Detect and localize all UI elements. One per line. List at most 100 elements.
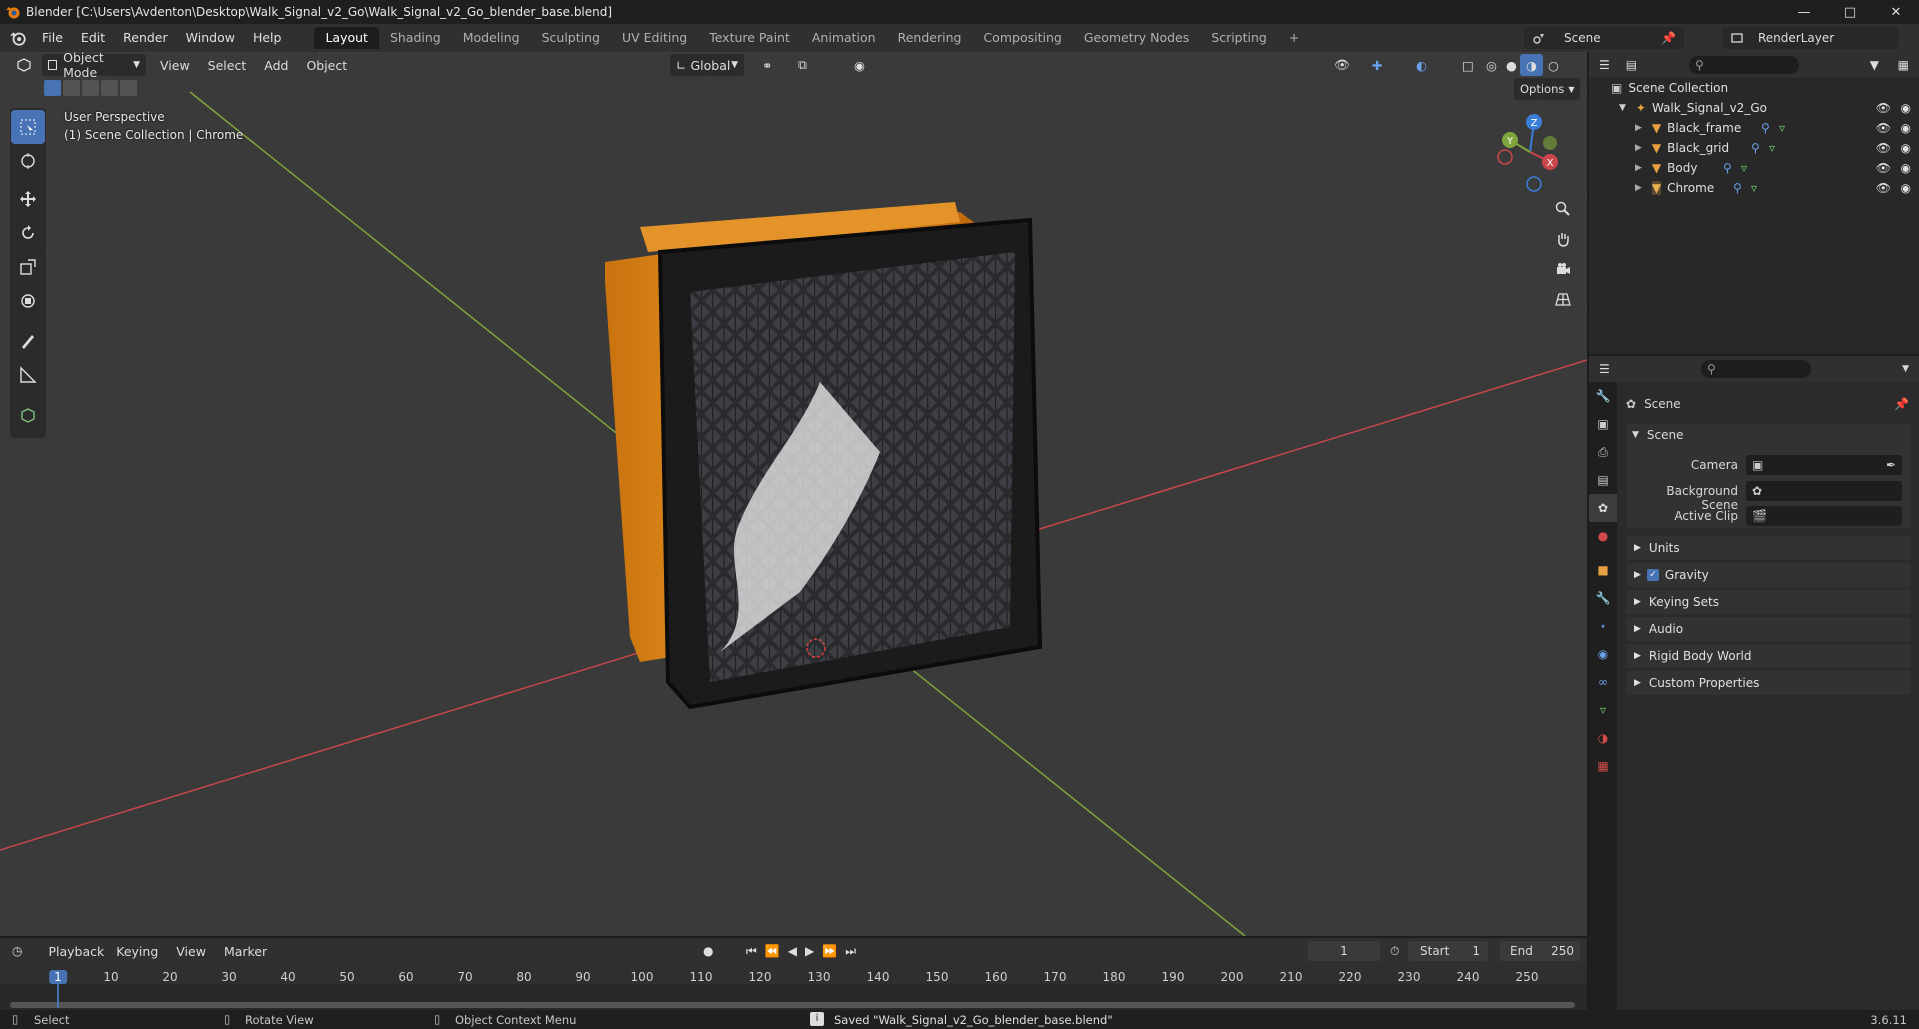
navigation-gizmo[interactable]: Z Y X <box>1490 110 1570 194</box>
pivot-point-button[interactable]: ⚭ <box>756 54 778 76</box>
tab-geometry-nodes[interactable]: Geometry Nodes <box>1073 27 1200 49</box>
object-tab-icon[interactable]: ■ <box>1589 556 1617 584</box>
snap-button[interactable]: ⧉ <box>792 54 813 76</box>
walk-signal-model[interactable] <box>605 202 1043 710</box>
viewport-canvas[interactable] <box>0 52 1587 936</box>
xray-button[interactable]: □ <box>1456 54 1480 76</box>
menu-file[interactable]: File <box>33 24 72 52</box>
expand-arrow-icon[interactable]: ▶ <box>1635 143 1642 153</box>
world-tab-icon[interactable]: ● <box>1589 522 1617 550</box>
properties-search-input[interactable]: ⚲ <box>1701 360 1811 378</box>
minimize-icon[interactable]: — <box>1781 0 1827 24</box>
expand-arrow-icon[interactable]: ▶ <box>1635 183 1642 193</box>
new-collection-icon[interactable]: ▦ <box>1898 58 1909 72</box>
tab-scripting[interactable]: Scripting <box>1200 27 1278 49</box>
timeline-menu-marker[interactable]: Marker <box>218 940 273 962</box>
current-frame-field[interactable]: 1 <box>1308 941 1380 961</box>
overlays-toggle-button[interactable]: ◐ <box>1410 54 1433 76</box>
eye-icon[interactable]: 👁 <box>1876 161 1891 175</box>
camera-toggle-icon[interactable]: ◉ <box>1901 101 1911 115</box>
expand-arrow-icon[interactable]: ▶ <box>1635 163 1642 173</box>
tool-tab-icon[interactable]: 🔧 <box>1589 382 1617 410</box>
start-frame-field[interactable]: Start 1 <box>1408 941 1488 961</box>
scene-tab-icon[interactable]: ✿ <box>1589 494 1617 522</box>
3d-viewport[interactable] <box>0 52 1587 936</box>
camera-view-icon[interactable] <box>1548 254 1578 284</box>
end-frame-field[interactable]: End 250 <box>1500 941 1580 961</box>
select-extend-icon[interactable] <box>63 80 80 96</box>
maximize-icon[interactable]: □ <box>1827 0 1873 24</box>
tab-uv-editing[interactable]: UV Editing <box>611 27 698 49</box>
material-tab-icon[interactable]: ◑ <box>1589 724 1617 752</box>
expand-arrow-icon[interactable]: ▼ <box>1619 103 1626 113</box>
camera-toggle-icon[interactable]: ◉ <box>1901 141 1911 155</box>
outliner-object-row-selected[interactable]: ▶ ▼ Chrome ⚲ ▿ 👁 ◉ <box>1589 178 1919 198</box>
material-preview-button[interactable]: ◑ <box>1520 54 1543 76</box>
add-cube-icon[interactable] <box>11 398 45 432</box>
outliner-collection-row[interactable]: ▼ ✦ Walk_Signal_v2_Go 👁 ◉ <box>1589 98 1919 118</box>
custom-properties-panel[interactable]: ▶ Custom Properties <box>1626 671 1911 695</box>
close-icon[interactable]: ✕ <box>1873 0 1919 24</box>
camera-field[interactable]: ▣ ✒ <box>1746 455 1902 475</box>
options-dropdown[interactable]: Options ▼ <box>1514 78 1580 100</box>
tab-sculpting[interactable]: Sculpting <box>531 27 611 49</box>
transform-orientation-dropdown[interactable]: ∟ Global ▼ <box>670 54 744 76</box>
timeline-menu-keying[interactable]: Keying <box>110 940 164 962</box>
annotate-icon[interactable] <box>11 324 45 358</box>
gravity-panel[interactable]: ▶ ✓ Gravity <box>1626 563 1911 587</box>
view-layer-selector[interactable]: RenderLayer <box>1722 27 1898 49</box>
tab-modeling[interactable]: Modeling <box>452 27 531 49</box>
properties-editor-icon[interactable]: ☰ <box>1599 362 1610 376</box>
zoom-icon[interactable] <box>1548 194 1578 224</box>
pin-icon[interactable]: 📌 <box>1661 31 1676 45</box>
add-workspace-button[interactable]: + <box>1278 27 1310 49</box>
rigid-body-world-panel[interactable]: ▶ Rigid Body World <box>1626 644 1911 668</box>
jump-start-icon[interactable]: ⏮ <box>746 944 757 959</box>
outliner-object-row[interactable]: ▶ ▼ Black_grid ⚲ ▿ 👁 ◉ <box>1589 138 1919 158</box>
texture-tab-icon[interactable]: ▦ <box>1589 752 1617 780</box>
menu-help[interactable]: Help <box>244 24 291 52</box>
tab-compositing[interactable]: Compositing <box>972 27 1072 49</box>
record-icon[interactable]: ● <box>703 944 713 958</box>
timeline-scrollbar[interactable] <box>10 1002 1575 1008</box>
tab-animation[interactable]: Animation <box>801 27 887 49</box>
filter-icon[interactable]: ▼ <box>1870 58 1879 72</box>
scene-panel-header[interactable]: ▼ Scene <box>1632 428 1684 442</box>
clock-editor-icon[interactable]: ◷ <box>12 944 22 958</box>
tab-rendering[interactable]: Rendering <box>887 27 973 49</box>
background-scene-field[interactable]: ✿ <box>1746 481 1902 501</box>
tab-texture-paint[interactable]: Texture Paint <box>698 27 801 49</box>
chevron-down-icon[interactable]: ▼ <box>1902 364 1909 374</box>
stopwatch-icon[interactable]: ⏱ <box>1390 944 1399 959</box>
keying-sets-panel[interactable]: ▶ Keying Sets <box>1626 590 1911 614</box>
output-tab-icon[interactable]: ⎙ <box>1589 438 1617 466</box>
outliner-object-row[interactable]: ▶ ▼ Black_frame ⚲ ▿ 👁 ◉ <box>1589 118 1919 138</box>
viewport-menu-select[interactable]: Select <box>202 54 253 76</box>
pin-icon[interactable]: 📌 <box>1894 397 1909 411</box>
camera-toggle-icon[interactable]: ◉ <box>1901 121 1911 135</box>
viewport-menu-object[interactable]: Object <box>300 54 353 76</box>
object-mode-dropdown[interactable]: Object Mode ▼ <box>42 50 146 80</box>
outliner-editor-icon[interactable]: ☰ <box>1599 58 1610 72</box>
select-box-icon[interactable] <box>11 110 45 144</box>
move-icon[interactable] <box>11 182 45 216</box>
proportional-edit-button[interactable]: ◉ <box>848 54 871 76</box>
select-intersect-icon[interactable] <box>120 80 137 96</box>
ruler-current-frame[interactable]: 1 <box>49 970 67 984</box>
cursor-icon[interactable] <box>11 144 45 178</box>
audio-panel[interactable]: ▶ Audio <box>1626 617 1911 641</box>
constraints-tab-icon[interactable]: ∞ <box>1589 668 1617 696</box>
select-subtract-icon[interactable] <box>82 80 99 96</box>
expand-arrow-icon[interactable]: ▶ <box>1635 123 1642 133</box>
pan-hand-icon[interactable] <box>1548 224 1578 254</box>
rotate-icon[interactable] <box>11 216 45 250</box>
eye-icon[interactable]: 👁 <box>1876 121 1891 135</box>
render-tab-icon[interactable]: ▣ <box>1589 410 1617 438</box>
scene-selector[interactable]: Scene 📌 <box>1524 27 1684 49</box>
jump-end-icon[interactable]: ⏭ <box>845 944 856 959</box>
gravity-checkbox[interactable]: ✓ <box>1646 569 1659 581</box>
camera-toggle-icon[interactable]: ◉ <box>1901 161 1911 175</box>
view-layer-tab-icon[interactable]: ▤ <box>1589 466 1617 494</box>
timeline-menu-view[interactable]: View <box>170 940 212 962</box>
menu-edit[interactable]: Edit <box>72 24 114 52</box>
